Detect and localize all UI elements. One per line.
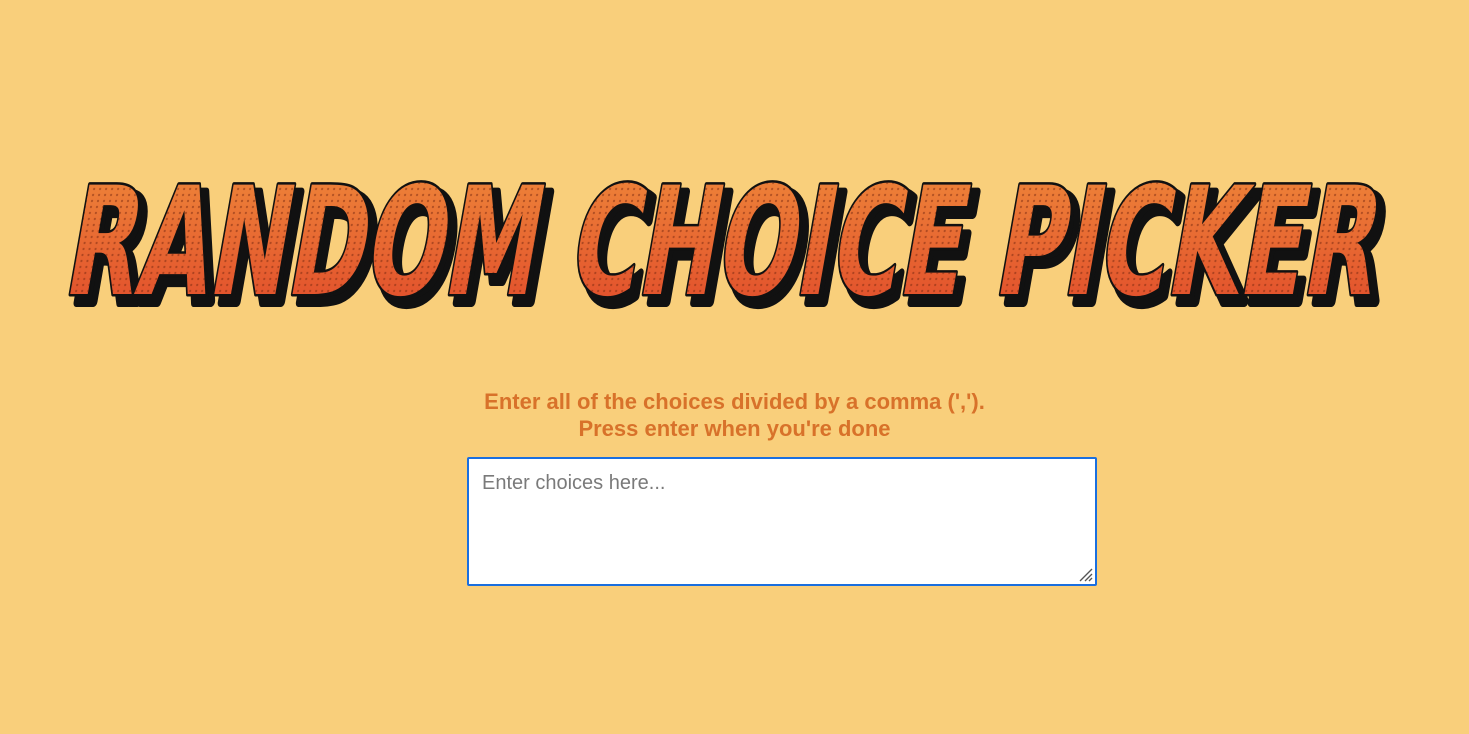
page: RANDOM CHOICE PICKER RANDOM CHOICE PICKE… — [0, 0, 1469, 734]
title-logo: RANDOM CHOICE PICKER RANDOM CHOICE PICKE… — [40, 150, 1430, 340]
title-logo-halftone: RANDOM CHOICE PICKER — [55, 155, 1396, 330]
choices-input-wrapper — [467, 457, 1097, 586]
choices-input[interactable] — [467, 457, 1097, 586]
instructions-line-2: Press enter when you're done — [578, 416, 891, 441]
title-logo-graphic: RANDOM CHOICE PICKER RANDOM CHOICE PICKE… — [53, 153, 1408, 340]
instructions: Enter all of the choices divided by a co… — [0, 388, 1469, 442]
resize-grip-icon[interactable] — [1077, 566, 1093, 582]
instructions-line-1: Enter all of the choices divided by a co… — [484, 389, 985, 414]
